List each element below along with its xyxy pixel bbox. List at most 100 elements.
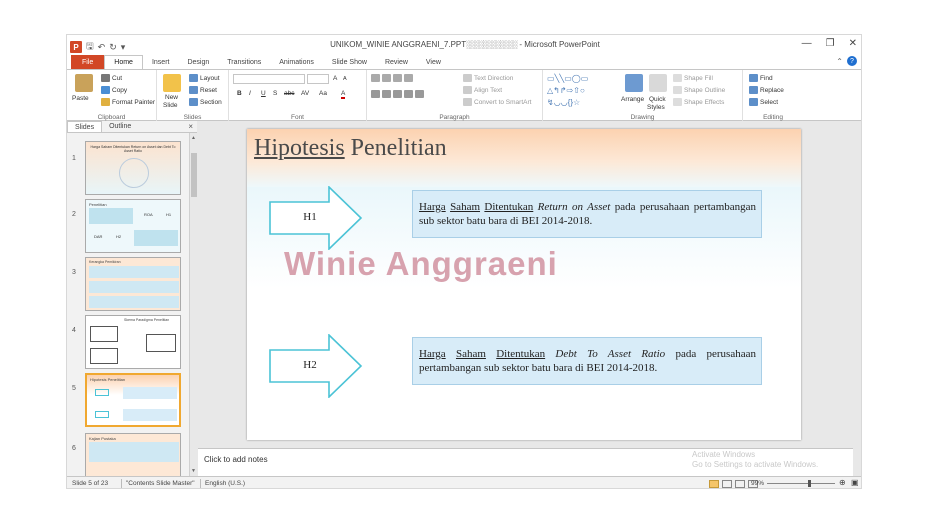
paste-icon[interactable]: [75, 74, 93, 92]
shapes-gallery-row2[interactable]: △↰↱⇨⇧○: [547, 86, 585, 95]
hypothesis-1-box[interactable]: Harga Saham Ditentukan Return on Asset p…: [412, 190, 762, 238]
tab-slides-pane[interactable]: Slides: [67, 121, 103, 132]
font-size-box[interactable]: [307, 74, 329, 84]
smartart-label: Convert to SmartArt: [474, 98, 532, 106]
zoom-slider-knob[interactable]: [808, 480, 811, 487]
layout-button[interactable]: Layout: [189, 74, 220, 82]
help-icon[interactable]: ?: [847, 56, 857, 66]
grow-font-button[interactable]: A: [333, 75, 337, 82]
restore-button[interactable]: ❐: [826, 38, 835, 49]
format-painter-button[interactable]: Format Painter: [101, 98, 155, 106]
character-spacing-button[interactable]: AV: [301, 90, 309, 97]
slide-thumbnail-5[interactable]: Hipotesis Penelitian: [85, 373, 181, 427]
window-title: UNIKOM_WINIE ANGGRAENI_7.PPT░░░░░░░░░ - …: [330, 40, 600, 49]
tab-insert[interactable]: Insert: [143, 55, 179, 69]
italic-button[interactable]: I: [249, 90, 251, 97]
slide-thumbnail-1[interactable]: Harga Saham Ditentukan Return on Asset d…: [85, 141, 181, 195]
slide-thumbnail-4[interactable]: Skema Paradigma Penelitian: [85, 315, 181, 369]
change-case-button[interactable]: Aa: [319, 90, 327, 97]
align-buttons[interactable]: [371, 90, 424, 98]
format-painter-label: Format Painter: [112, 98, 155, 106]
tab-slide-show[interactable]: Slide Show: [323, 55, 376, 69]
paste-button[interactable]: Paste: [72, 95, 89, 102]
thumb-box: [90, 326, 118, 342]
strikethrough-button[interactable]: abc: [284, 90, 294, 97]
shrink-font-button[interactable]: A: [343, 76, 347, 82]
new-slide-icon[interactable]: [163, 74, 181, 92]
fit-to-window-icon[interactable]: ▣: [851, 478, 859, 487]
thumb-block: [89, 266, 179, 278]
select-button[interactable]: Select: [749, 98, 778, 106]
tab-design[interactable]: Design: [178, 55, 218, 69]
replace-button[interactable]: Replace: [749, 86, 784, 94]
new-slide-label2[interactable]: Slide: [163, 102, 177, 109]
tab-home[interactable]: Home: [104, 55, 143, 69]
zoom-in-icon[interactable]: ⊕: [839, 478, 846, 487]
minimize-button[interactable]: —: [802, 38, 812, 49]
zoom-slider-track[interactable]: [767, 483, 835, 484]
quick-styles-label2[interactable]: Styles: [647, 104, 665, 111]
shape-effects-button[interactable]: Shape Effects: [673, 98, 724, 106]
close-button[interactable]: ✕: [849, 38, 857, 49]
bullets-button[interactable]: [371, 74, 413, 82]
hypothesis-2-box[interactable]: Harga Saham Ditentukan Debt To Asset Rat…: [412, 337, 762, 385]
select-label: Select: [760, 98, 779, 106]
slide-thumbnail-6[interactable]: Kajian Pustaka: [85, 433, 181, 476]
numbering-icon: [382, 74, 391, 82]
font-name-box[interactable]: [233, 74, 305, 84]
language-indicator[interactable]: English (U.S.): [205, 480, 245, 487]
quick-styles-icon[interactable]: [649, 74, 667, 92]
shapes-gallery-row3[interactable]: ↯◡◡{}☆: [547, 98, 580, 107]
zoom-level[interactable]: 99%: [751, 480, 764, 487]
cut-button[interactable]: Cut: [101, 74, 122, 82]
reset-button[interactable]: Reset: [189, 86, 217, 94]
shape-fill-label: Shape Fill: [684, 74, 713, 82]
reading-view-icon[interactable]: [735, 480, 745, 488]
tab-view[interactable]: View: [417, 55, 450, 69]
quick-styles-button[interactable]: Quick: [649, 96, 666, 103]
shapes-gallery[interactable]: ▭╲╲▭◯▭: [547, 74, 588, 83]
notes-pane[interactable]: Click to add notes Activate Windows Go t…: [198, 448, 853, 476]
tab-animations[interactable]: Animations: [270, 55, 323, 69]
text-direction-button[interactable]: Text Direction: [463, 74, 513, 82]
scroll-up-icon[interactable]: ▲: [191, 135, 196, 141]
normal-view-icon[interactable]: [709, 480, 719, 488]
slide-title[interactable]: Hipotesis Penelitian: [254, 135, 447, 162]
tab-transitions[interactable]: Transitions: [218, 55, 270, 69]
align-text-button[interactable]: Align Text: [463, 86, 502, 94]
close-pane-icon[interactable]: ×: [188, 122, 193, 131]
thumb-box: [90, 348, 118, 364]
new-slide-button[interactable]: New: [165, 94, 178, 101]
slide-thumbnail-2[interactable]: Penelitian ROA H1 DAR H2: [85, 199, 181, 253]
find-button[interactable]: Find: [749, 74, 773, 82]
minimize-ribbon-icon[interactable]: ⌃: [836, 57, 843, 66]
section-label: Section: [200, 98, 222, 106]
thumbnails-scrollbar[interactable]: ▲ ▼: [189, 133, 197, 476]
shadow-button[interactable]: S: [273, 90, 277, 97]
arrange-icon[interactable]: [625, 74, 643, 92]
thumb-label: H1: [166, 212, 172, 217]
tab-file[interactable]: File: [71, 55, 105, 69]
bold-button[interactable]: B: [237, 90, 242, 97]
theme-name[interactable]: "Contents Slide Master": [126, 480, 195, 487]
font-color-button[interactable]: A: [341, 90, 346, 99]
tab-outline-pane[interactable]: Outline: [102, 121, 138, 132]
copy-button[interactable]: Copy: [101, 86, 127, 94]
current-slide[interactable]: Hipotesis Penelitian H1 Harga Saham Dite…: [247, 129, 801, 440]
slide-sorter-icon[interactable]: [722, 480, 732, 488]
shape-outline-button[interactable]: Shape Outline: [673, 86, 725, 94]
scroll-down-icon[interactable]: ▼: [191, 468, 196, 474]
section-button[interactable]: Section: [189, 98, 222, 106]
tab-review[interactable]: Review: [376, 55, 417, 69]
underline-button[interactable]: U: [261, 90, 266, 97]
slide-number: 1: [72, 155, 76, 162]
outdent-icon: [404, 74, 413, 82]
slide-thumbnail-3[interactable]: Kerangka Pemikiran: [85, 257, 181, 311]
scrollbar-thumb[interactable]: [191, 153, 197, 197]
thumb-box: [123, 409, 177, 421]
notes-placeholder[interactable]: Click to add notes: [204, 455, 268, 464]
shape-fill-button[interactable]: Shape Fill: [673, 74, 713, 82]
thumb-table: [134, 230, 178, 246]
arrange-button[interactable]: Arrange: [621, 96, 644, 103]
smartart-button[interactable]: Convert to SmartArt: [463, 98, 531, 106]
